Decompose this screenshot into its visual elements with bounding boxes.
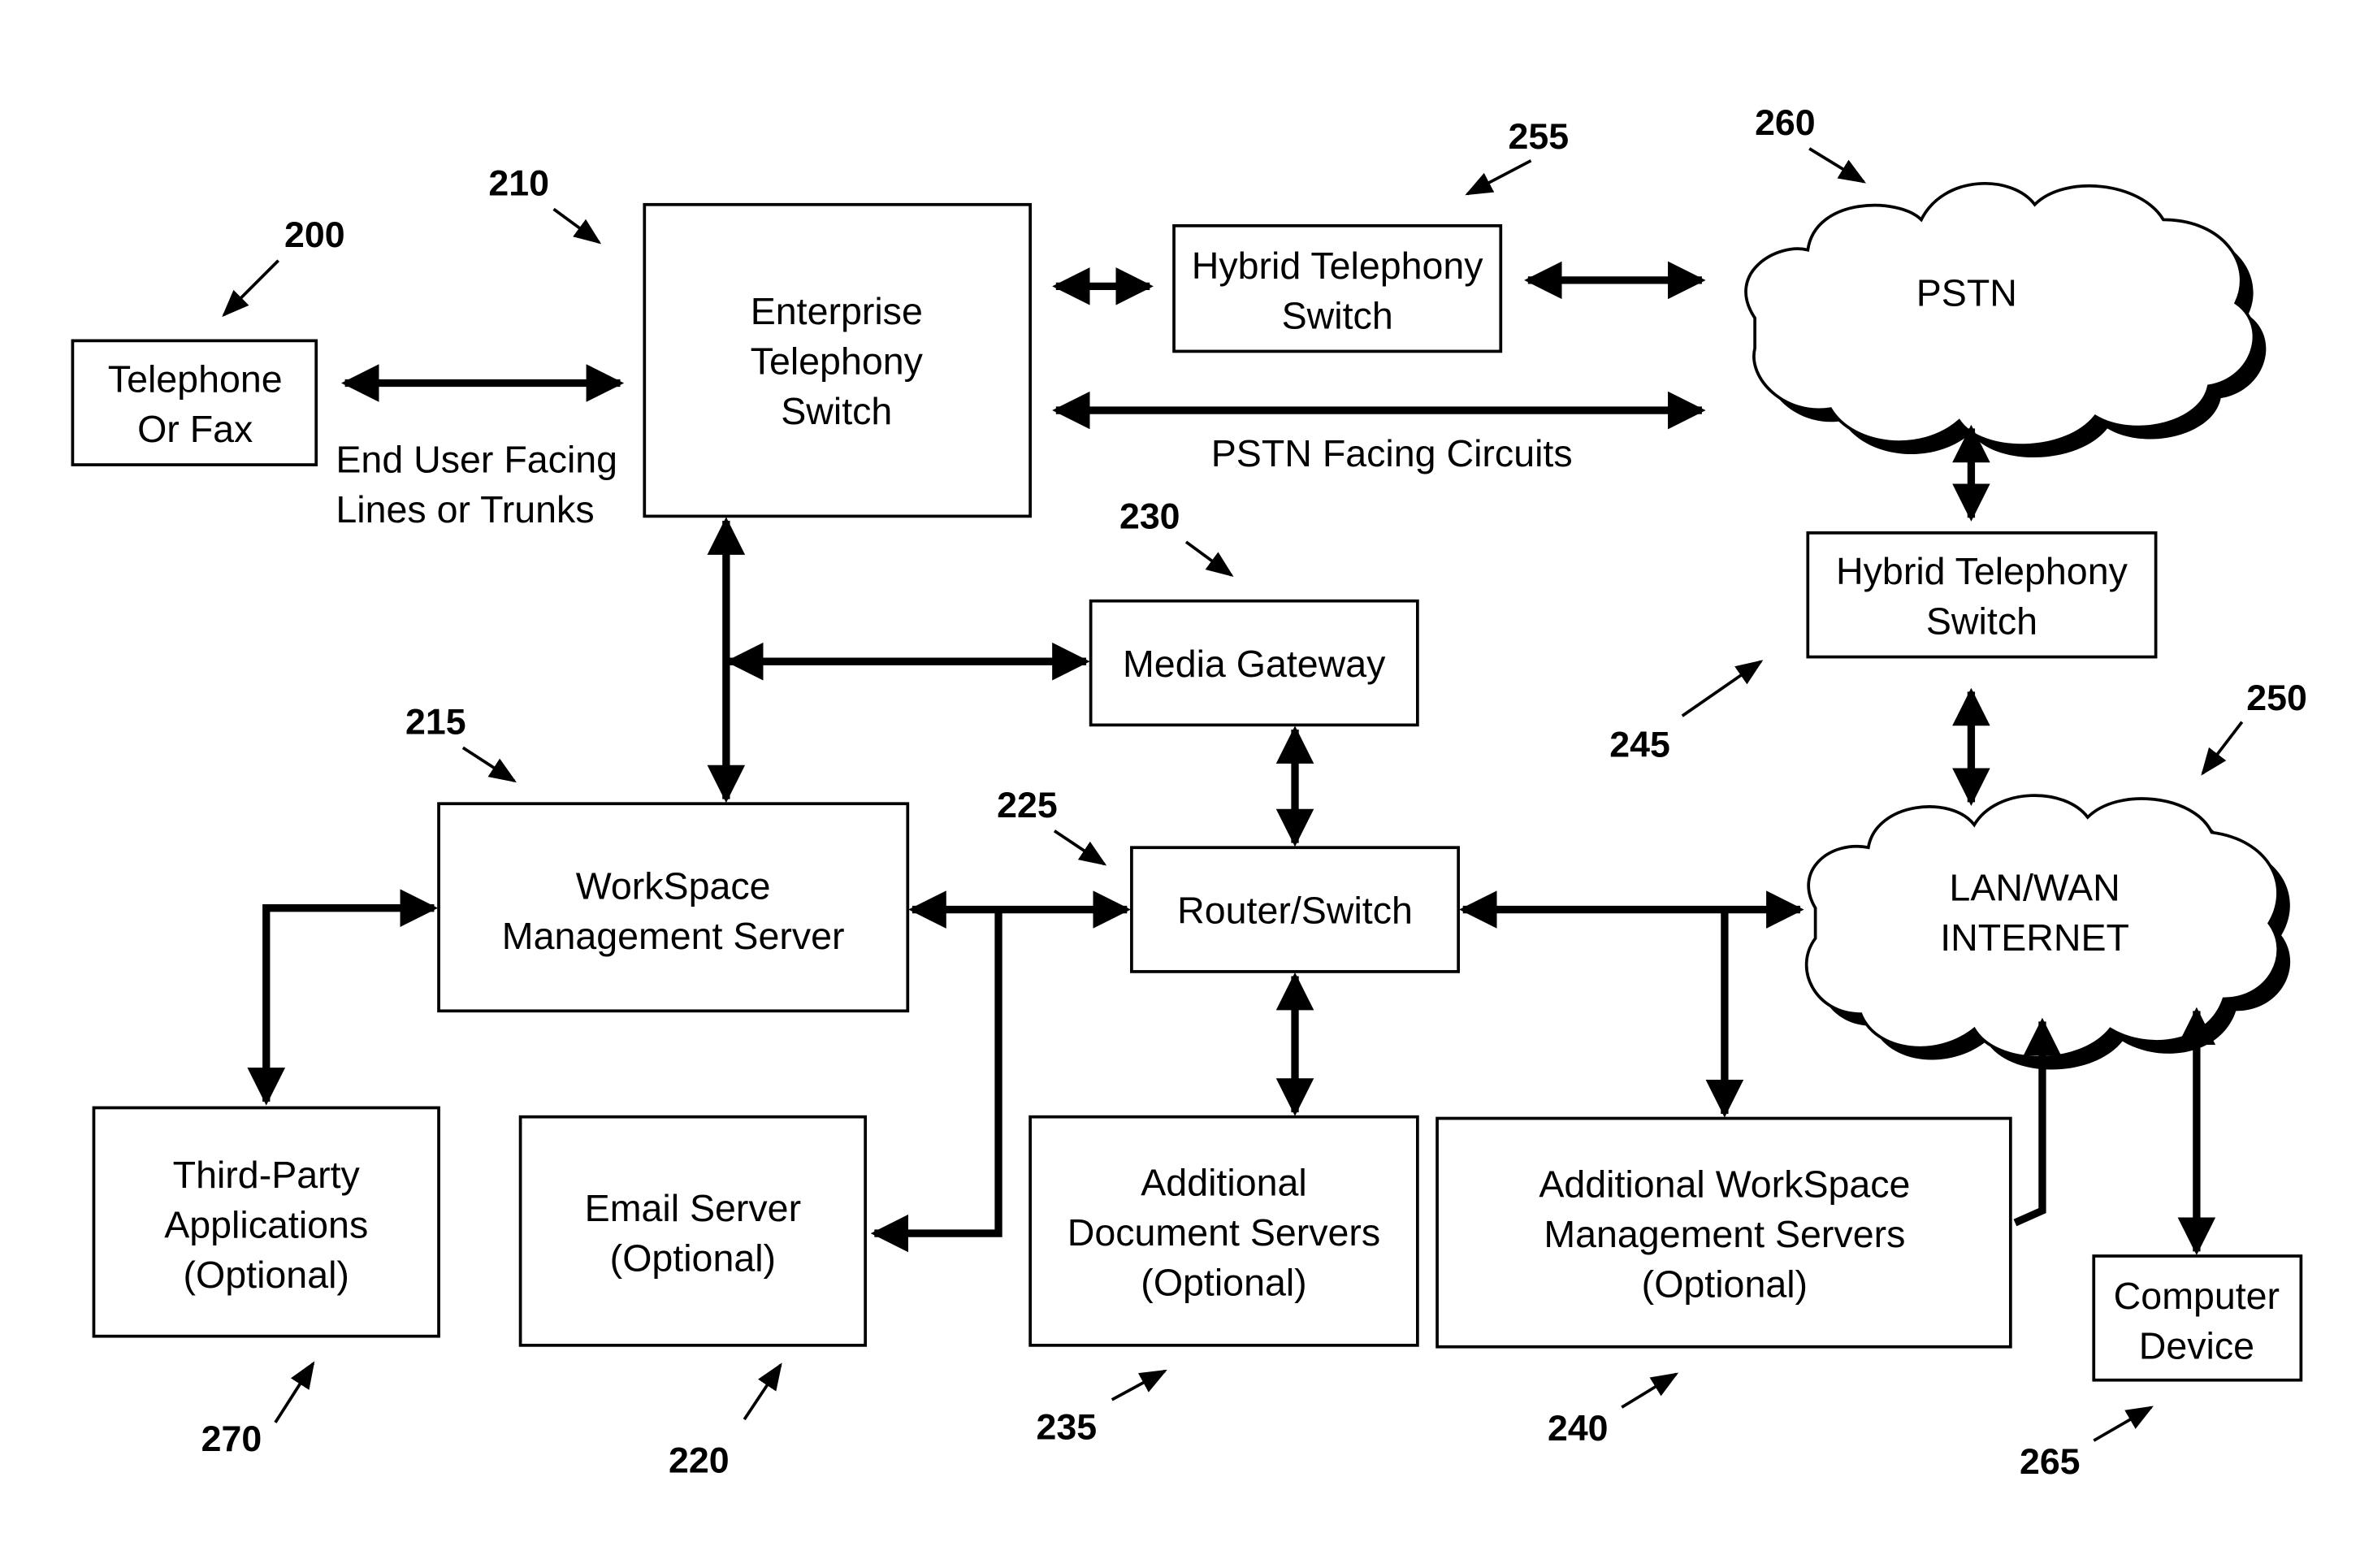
lines-or-trunks-label: Lines or Trunks <box>336 488 594 531</box>
svg-text:Hybrid Telephony: Hybrid Telephony <box>1836 550 2128 592</box>
media-gateway-box: Media Gateway <box>1089 599 1419 727</box>
svg-text:260: 260 <box>1755 103 1816 143</box>
end-user-facing-label: End User Facing <box>336 438 617 480</box>
svg-text:210: 210 <box>488 164 549 204</box>
third-party-applications-box: Third-Party Applications (Optional) <box>92 1106 440 1338</box>
svg-text:230: 230 <box>1119 496 1180 536</box>
svg-text:(Optional): (Optional) <box>1141 1261 1306 1303</box>
svg-text:Management Server: Management Server <box>502 915 845 957</box>
svg-text:Document Servers: Document Servers <box>1067 1211 1380 1254</box>
svg-text:225: 225 <box>997 786 1058 825</box>
network-diagram: PSTN LAN/WAN INTERNET Telephone Or Fax E… <box>71 103 2307 1482</box>
lan-wan-internet-cloud: LAN/WAN INTERNET <box>1804 794 2291 1070</box>
svg-text:(Optional): (Optional) <box>610 1237 776 1280</box>
svg-text:Additional: Additional <box>1141 1162 1306 1204</box>
svg-text:Switch: Switch <box>1926 600 2037 643</box>
svg-text:240: 240 <box>1548 1409 1609 1449</box>
svg-text:Switch: Switch <box>781 390 892 432</box>
pstn-facing-circuits-label: PSTN Facing Circuits <box>1211 432 1573 474</box>
svg-text:Enterprise: Enterprise <box>751 290 923 332</box>
svg-text:Or Fax: Or Fax <box>137 408 253 450</box>
svg-text:Computer: Computer <box>2114 1275 2280 1317</box>
svg-text:250: 250 <box>2246 678 2307 718</box>
svg-text:220: 220 <box>669 1440 730 1480</box>
svg-text:200: 200 <box>284 215 345 255</box>
additional-workspace-management-servers-box: Additional WorkSpace Management Servers … <box>1435 1116 2012 1349</box>
lan-wan-label: LAN/WAN <box>1949 866 2120 908</box>
svg-text:Telephony: Telephony <box>751 340 924 382</box>
svg-text:215: 215 <box>405 703 466 743</box>
telephone-or-fax-box: Telephone Or Fax <box>71 339 318 466</box>
svg-text:Device: Device <box>2139 1325 2254 1367</box>
svg-text:Management Servers: Management Servers <box>1544 1213 1905 1255</box>
pstn-label: PSTN <box>1916 272 2017 314</box>
svg-text:Router/Switch: Router/Switch <box>1177 889 1413 931</box>
svg-text:265: 265 <box>2020 1442 2081 1482</box>
svg-text:Third-Party: Third-Party <box>173 1154 361 1196</box>
svg-text:(Optional): (Optional) <box>1642 1263 1808 1305</box>
svg-text:Additional WorkSpace: Additional WorkSpace <box>1539 1163 1910 1205</box>
svg-text:Telephone: Telephone <box>108 358 283 401</box>
hybrid-telephony-switch-245-box: Hybrid Telephony Switch <box>1806 531 2158 659</box>
svg-text:Hybrid Telephony: Hybrid Telephony <box>1192 245 1484 287</box>
edge-workspace-thirdparty <box>247 889 439 1106</box>
svg-text:255: 255 <box>1509 117 1570 157</box>
svg-text:Applications: Applications <box>164 1204 368 1246</box>
router-switch-box: Router/Switch <box>1130 846 1461 973</box>
svg-text:WorkSpace: WorkSpace <box>576 865 771 907</box>
computer-device-box: Computer Device <box>2092 1254 2303 1382</box>
svg-text:245: 245 <box>1609 725 1670 765</box>
svg-text:Email Server: Email Server <box>585 1187 801 1229</box>
svg-text:Media Gateway: Media Gateway <box>1123 643 1386 685</box>
svg-text:Switch: Switch <box>1282 294 1393 336</box>
email-server-box: Email Server (Optional) <box>518 1115 868 1347</box>
internet-label: INTERNET <box>1940 916 2129 959</box>
enterprise-telephony-switch-box: Enterprise Telephony Switch <box>643 202 1033 518</box>
svg-text:270: 270 <box>201 1419 262 1459</box>
svg-text:235: 235 <box>1037 1407 1098 1447</box>
workspace-management-server-box: WorkSpace Management Server <box>437 802 910 1013</box>
hybrid-telephony-switch-255-box: Hybrid Telephony Switch <box>1172 223 1503 353</box>
pstn-cloud: PSTN <box>1744 182 2267 458</box>
svg-text:(Optional): (Optional) <box>184 1254 349 1296</box>
additional-document-servers-box: Additional Document Servers (Optional) <box>1028 1115 1419 1347</box>
